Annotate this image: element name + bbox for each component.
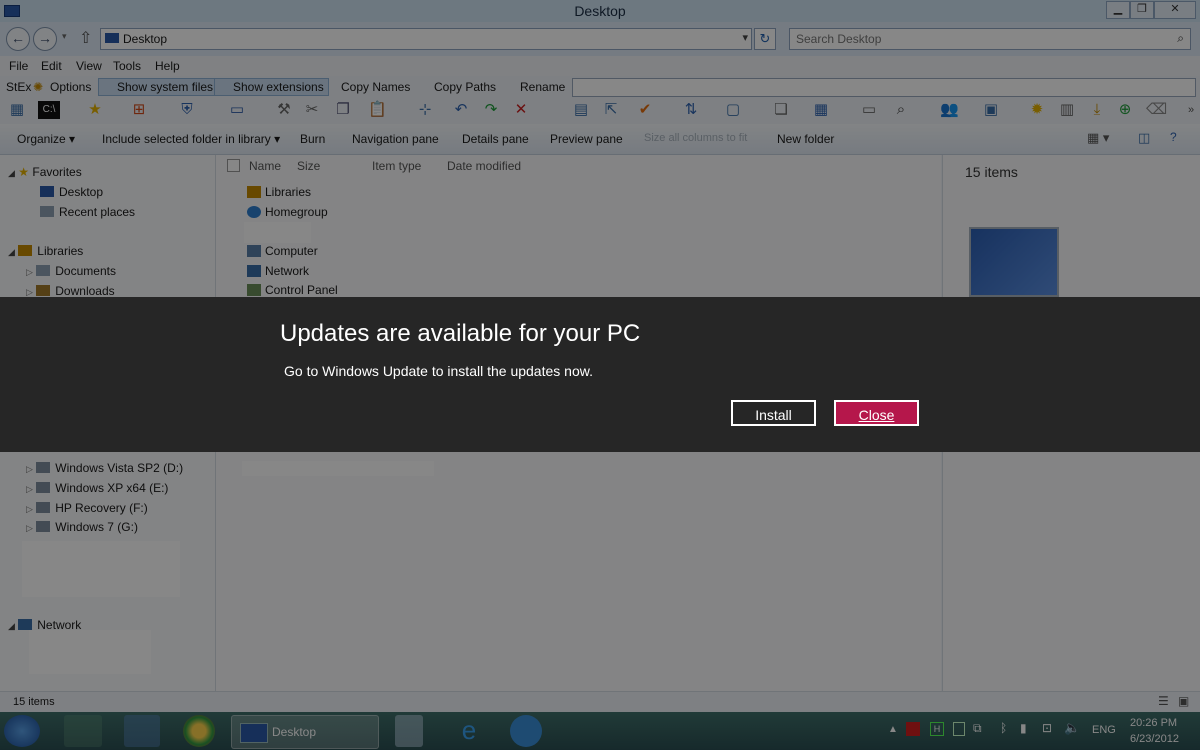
close-button[interactable]: Close <box>834 400 919 426</box>
install-button[interactable]: Install <box>731 400 816 426</box>
update-notification: Updates are available for your PC Go to … <box>0 297 1200 452</box>
notification-message: Go to Windows Update to install the upda… <box>284 363 593 379</box>
notification-title: Updates are available for your PC <box>280 320 641 347</box>
